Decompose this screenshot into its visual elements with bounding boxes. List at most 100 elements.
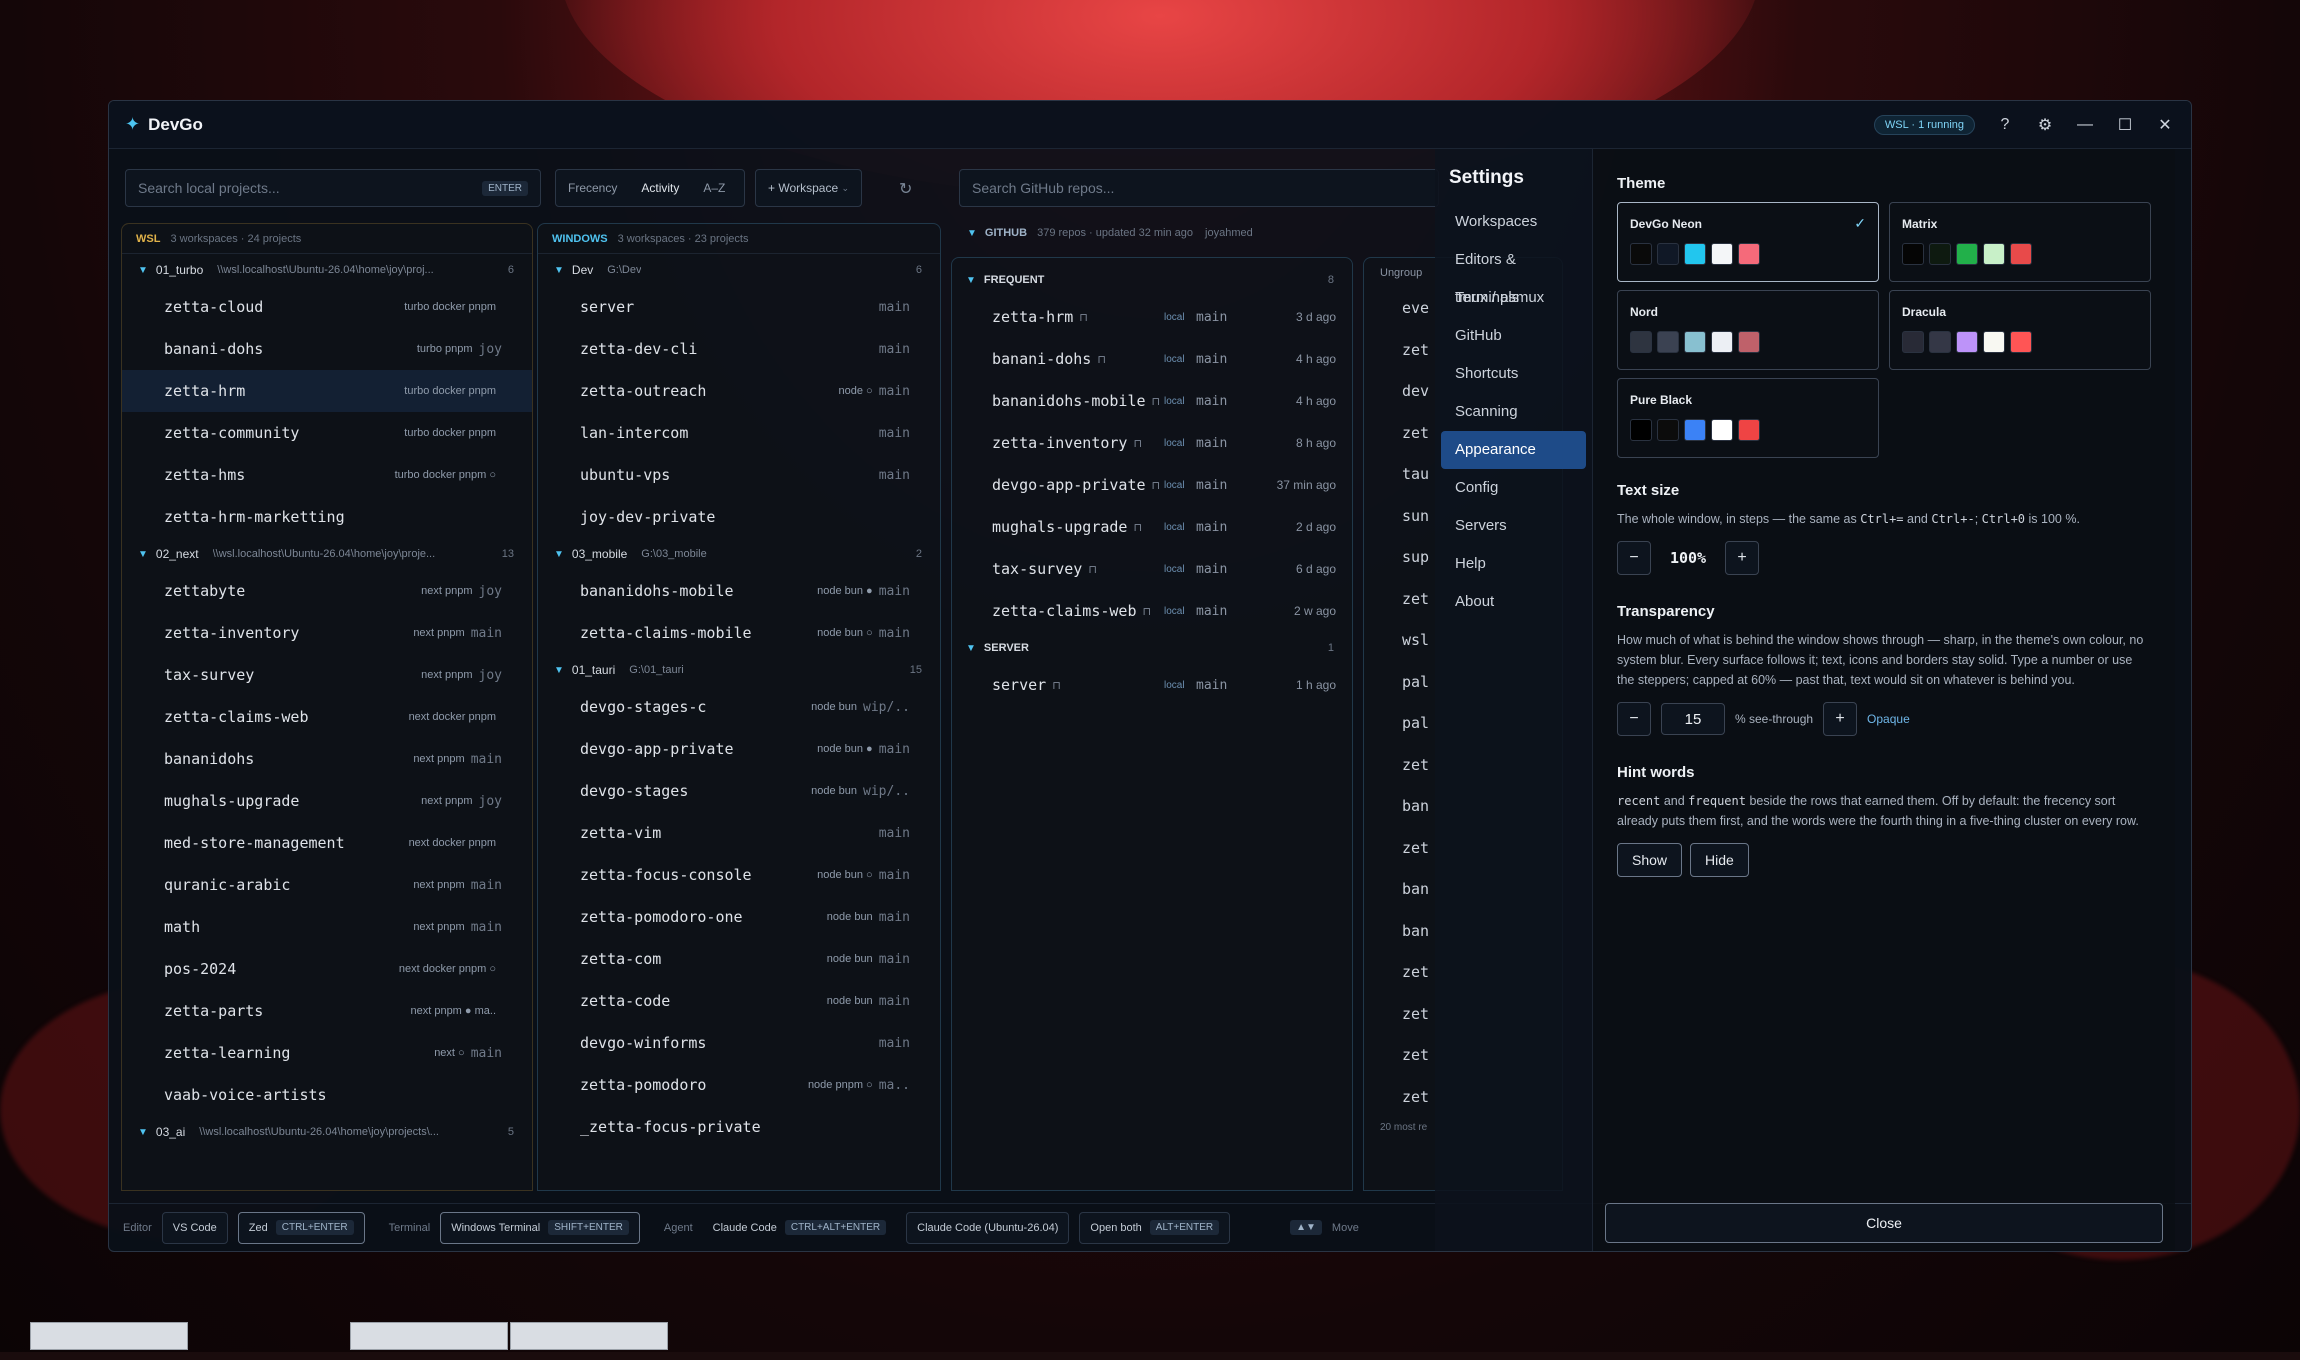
settings-nav-item[interactable]: Config <box>1441 469 1586 507</box>
github-search-box[interactable] <box>959 169 1439 207</box>
sort-toggle[interactable]: Frecency Activity A–Z <box>555 169 745 207</box>
project-row[interactable]: zetta-com node bun main <box>538 938 940 980</box>
project-row[interactable]: ubuntu-vps main <box>538 454 940 496</box>
project-row[interactable]: banani-dohs turbo pnpm joy <box>122 328 532 370</box>
taskbar-item[interactable] <box>510 1322 668 1350</box>
hide-hints-button[interactable]: Hide <box>1690 843 1749 877</box>
repo-row[interactable]: tax-survey ⊓ local main 6 d ago <box>952 548 1352 590</box>
project-row[interactable]: med-store-management next docker pnpm <box>122 822 532 864</box>
taskbar-item[interactable] <box>350 1322 508 1350</box>
text-size-decrease-button[interactable]: − <box>1617 541 1651 575</box>
settings-nav-item[interactable]: Servers <box>1441 507 1586 545</box>
workspace-group-header[interactable]: ▼ 01_tauri G:\01_tauri 15 <box>538 654 940 686</box>
repo-row[interactable]: mughals-upgrade ⊓ local main 2 d ago <box>952 506 1352 548</box>
workspace-group-header[interactable]: ▼ 01_turbo \\wsl.localhost\Ubuntu-26.04\ho… <box>122 254 532 286</box>
repo-section-header[interactable]: ▼ SERVER 1 <box>952 632 1352 664</box>
refresh-icon[interactable]: ↻ <box>899 179 912 199</box>
local-search-box[interactable]: ENTER <box>125 169 541 207</box>
project-row[interactable]: _zetta-focus-private <box>538 1106 940 1148</box>
settings-nav-item[interactable]: GitHub <box>1441 317 1586 355</box>
project-row[interactable]: zetta-outreach node ○ main <box>538 370 940 412</box>
sort-frecency[interactable]: Frecency <box>556 181 629 195</box>
theme-option[interactable]: DevGo Neon ✓ <box>1617 202 1879 282</box>
sort-activity[interactable]: Activity <box>629 181 691 195</box>
local-search-input[interactable] <box>138 180 483 196</box>
project-row[interactable]: zetta-claims-mobile node bun ○ main <box>538 612 940 654</box>
repo-row[interactable]: zetta-hrm ⊓ local main 3 d ago <box>952 296 1352 338</box>
workspace-group-header[interactable]: ▼ 03_mobile G:\03_mobile 2 <box>538 538 940 570</box>
project-row[interactable]: bananidohs next pnpm main <box>122 738 532 780</box>
settings-nav-item[interactable]: Scanning <box>1441 393 1586 431</box>
settings-nav-item[interactable]: Help <box>1441 545 1586 583</box>
transparency-increase-button[interactable]: + <box>1823 702 1858 736</box>
project-row[interactable]: zetta-inventory next pnpm main <box>122 612 532 654</box>
settings-nav-item[interactable]: About <box>1441 583 1586 621</box>
repo-row[interactable]: zetta-inventory ⊓ local main 8 h ago <box>952 422 1352 464</box>
project-row[interactable]: bananidohs-mobile node bun ● main <box>538 570 940 612</box>
project-row[interactable]: zetta-learning next ○ main <box>122 1032 532 1074</box>
settings-nav-item[interactable]: Workspaces <box>1441 203 1586 241</box>
wsl-status-badge[interactable]: WSL · 1 running <box>1873 114 1975 135</box>
taskbar-item[interactable] <box>30 1322 188 1350</box>
project-row[interactable]: vaab-voice-artists <box>122 1074 532 1116</box>
project-row[interactable]: zetta-parts next pnpm ● ma.. <box>122 990 532 1032</box>
repo-row[interactable]: server ⊓ local main 1 h ago <box>952 664 1352 706</box>
project-row[interactable]: quranic-arabic next pnpm main <box>122 864 532 906</box>
show-hints-button[interactable]: Show <box>1617 843 1683 877</box>
settings-nav-item[interactable]: Shortcuts <box>1441 355 1586 393</box>
transparency-decrease-button[interactable]: − <box>1617 702 1651 736</box>
theme-option[interactable]: Nord <box>1617 290 1879 370</box>
theme-option[interactable]: Dracula <box>1889 290 2151 370</box>
maximize-icon[interactable]: ☐ <box>2115 115 2135 135</box>
project-row[interactable]: mughals-upgrade next pnpm joy <box>122 780 532 822</box>
project-row[interactable]: zetta-hms turbo docker pnpm ○ <box>122 454 532 496</box>
project-row[interactable]: devgo-stages-c node bun wip/.. <box>538 686 940 728</box>
gear-icon[interactable]: ⚙ <box>2035 115 2055 135</box>
settings-nav-item[interactable]: Appearance <box>1441 431 1586 469</box>
project-row[interactable]: zetta-claims-web next docker pnpm <box>122 696 532 738</box>
repo-row[interactable]: devgo-app-private ⊓ local main 37 min ago <box>952 464 1352 506</box>
text-size-increase-button[interactable]: + <box>1725 541 1759 575</box>
repo-row[interactable]: zetta-claims-web ⊓ local main 2 w ago <box>952 590 1352 632</box>
project-row[interactable]: lan-intercom main <box>538 412 940 454</box>
project-row[interactable]: zetta-hrm-marketting <box>122 496 532 538</box>
repo-section-header[interactable]: ▼ FREQUENT 8 <box>952 264 1352 296</box>
project-row[interactable]: tax-survey next pnpm joy <box>122 654 532 696</box>
project-row[interactable]: zetta-pomodoro node pnpm ○ ma.. <box>538 1064 940 1106</box>
opaque-link[interactable]: Opaque <box>1867 712 1910 726</box>
help-icon[interactable]: ? <box>1995 116 2015 134</box>
project-row[interactable]: zetta-focus-console node bun ○ main <box>538 854 940 896</box>
workspace-group-header[interactable]: ▼ Dev G:\Dev 6 <box>538 254 940 286</box>
project-row[interactable]: pos-2024 next docker pnpm ○ <box>122 948 532 990</box>
workspace-group-header[interactable]: ▼ 03_ai \\wsl.localhost\Ubuntu-26.04\home\… <box>122 1116 532 1148</box>
theme-option[interactable]: Pure Black <box>1617 378 1879 458</box>
project-row[interactable]: zetta-hrm turbo docker pnpm <box>122 370 532 412</box>
claude-code-ubuntu-button[interactable]: Claude Code (Ubuntu-26.04) <box>906 1211 1070 1244</box>
settings-nav-item[interactable]: tmux / psmux <box>1441 279 1586 317</box>
github-search-input[interactable] <box>972 180 1426 196</box>
project-row[interactable]: zetta-dev-cli main <box>538 328 940 370</box>
settings-nav-item[interactable]: Editors & Terminals <box>1441 241 1586 306</box>
project-row[interactable]: zetta-code node bun main <box>538 980 940 1022</box>
project-row[interactable]: math next pnpm main <box>122 906 532 948</box>
theme-option[interactable]: Matrix <box>1889 202 2151 282</box>
project-row[interactable]: server main <box>538 286 940 328</box>
project-row[interactable]: devgo-stages node bun wip/.. <box>538 770 940 812</box>
add-workspace-button[interactable]: + Workspace ⌄ <box>755 169 863 207</box>
zed-button[interactable]: Zed CTRL+ENTER <box>237 1211 365 1244</box>
project-row[interactable]: zetta-pomodoro-one node bun main <box>538 896 940 938</box>
project-row[interactable]: joy-dev-private <box>538 496 940 538</box>
workspace-group-header[interactable]: ▼ 02_next \\wsl.localhost\Ubuntu-26.04\hom… <box>122 538 532 570</box>
open-both-button[interactable]: Open both ALT+ENTER <box>1079 1211 1231 1244</box>
close-icon[interactable]: ✕ <box>2155 115 2175 135</box>
vscode-button[interactable]: VS Code <box>161 1211 228 1244</box>
claude-code-button[interactable]: Claude Code CTRL+ALT+ENTER <box>703 1212 897 1244</box>
project-row[interactable]: zetta-cloud turbo docker pnpm <box>122 286 532 328</box>
project-row[interactable]: zettabyte next pnpm joy <box>122 570 532 612</box>
transparency-input[interactable] <box>1661 703 1725 735</box>
repo-row[interactable]: bananidohs-mobile ⊓ local main 4 h ago <box>952 380 1352 422</box>
project-row[interactable]: devgo-app-private node bun ● main <box>538 728 940 770</box>
close-settings-button[interactable]: Close <box>1605 1203 2163 1243</box>
project-row[interactable]: devgo-winforms main <box>538 1022 940 1064</box>
project-row[interactable]: zetta-community turbo docker pnpm <box>122 412 532 454</box>
